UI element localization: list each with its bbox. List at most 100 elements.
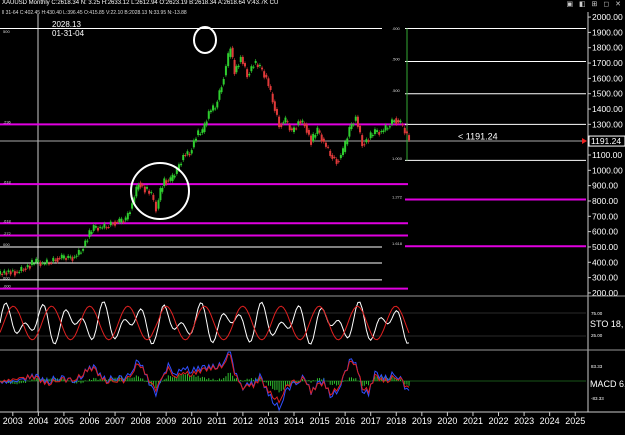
candle-body (293, 127, 295, 133)
last-price-callout: < 1191.24 (458, 132, 498, 142)
y-tick-label: 1900.00 (592, 27, 623, 37)
candle-body (41, 262, 44, 264)
candle-body (231, 47, 234, 58)
candle-body (56, 257, 59, 262)
x-tick-label: 2004 (28, 416, 48, 426)
candle-body (235, 66, 238, 73)
y-tick-label: 1400.00 (592, 104, 623, 114)
candle-body (88, 230, 91, 237)
candle-body (28, 266, 31, 269)
candle-body (405, 131, 408, 134)
candle-body (346, 138, 349, 145)
x-tick-label: 2009 (156, 416, 176, 426)
candle-body (314, 134, 317, 138)
fib-label: .618 (3, 218, 12, 223)
candle-body (378, 132, 381, 135)
candle-body (71, 257, 74, 261)
candle-body (171, 174, 174, 182)
candle-body (148, 190, 151, 194)
candle-body (218, 90, 221, 100)
candle-body (382, 130, 385, 133)
y-tick-label: 1700.00 (592, 58, 623, 68)
candle-body (111, 223, 114, 225)
candle-body (13, 271, 16, 276)
fib-label: 1.618 (392, 241, 403, 246)
candle-body (363, 144, 366, 146)
highlight-circle (193, 26, 217, 54)
candle-body (180, 163, 183, 166)
candle-body (122, 221, 125, 223)
candle-body (261, 67, 264, 70)
fib-label: 1.272 (392, 194, 403, 199)
candle-body (20, 266, 23, 271)
candle-body (365, 139, 368, 143)
candle-body (114, 221, 117, 226)
candle-body (161, 187, 164, 192)
candle-body (216, 101, 219, 108)
candle-body (35, 258, 38, 263)
candle-body (143, 186, 146, 193)
candle-body (301, 120, 304, 123)
candle-body (327, 146, 330, 148)
candle-body (399, 120, 402, 123)
candle-body (33, 263, 36, 265)
candle-body (5, 272, 8, 275)
candle-body (391, 119, 393, 125)
candle-body (192, 140, 195, 148)
y-tick-label: 200.00 (592, 288, 618, 298)
candle-body (43, 263, 46, 265)
fib-label: .272 (3, 231, 12, 236)
candle-body (205, 121, 208, 126)
candle-body (333, 157, 336, 159)
candle-body (307, 129, 310, 135)
candle-body (373, 129, 376, 135)
candle-body (97, 227, 99, 231)
y-tick-label: 900.00 (592, 181, 618, 191)
candle-body (16, 271, 19, 273)
candle-body (324, 142, 327, 147)
candle-body (408, 135, 411, 141)
chart-canvas[interactable]: 500 .236 .618 .618 .272 000 000 .000 .000 .500 .50… (0, 0, 625, 435)
macd-tick-label: 83.33 (591, 364, 603, 369)
candle-body (342, 148, 344, 155)
candle-body (320, 134, 323, 142)
candle-body (135, 186, 138, 197)
candle-body (137, 184, 140, 190)
candle-body (354, 116, 357, 121)
candle-body (159, 188, 162, 201)
candle-body (222, 78, 225, 85)
sto-tick-label: 75.00 (591, 311, 603, 316)
x-tick-label: 2025 (565, 416, 585, 426)
candle-body (124, 217, 127, 221)
x-tick-label: 2016 (335, 416, 355, 426)
candle-body (356, 116, 359, 127)
candle-body (37, 260, 40, 262)
candle-body (393, 120, 396, 122)
candle-body (299, 121, 302, 124)
candle-body (1, 273, 4, 276)
fib-label: .500 (392, 57, 401, 62)
candle-body (65, 258, 68, 260)
candle-body (250, 66, 253, 72)
candle-body (297, 121, 300, 125)
candle-body (335, 159, 338, 164)
y-tick-label: 700.00 (592, 211, 618, 221)
candle-body (282, 122, 285, 124)
candle-body (190, 150, 193, 154)
candle-body (60, 254, 63, 259)
candle-body (388, 126, 391, 128)
candle-body (290, 128, 293, 131)
candle-body (359, 125, 362, 133)
candle-body (39, 262, 42, 266)
x-tick-label: 2023 (514, 416, 534, 426)
candle-body (386, 128, 389, 130)
candle-body (246, 69, 249, 78)
candle-body (207, 111, 210, 119)
candle-body (167, 180, 170, 182)
x-tick-label: 2024 (540, 416, 560, 426)
candle-body (11, 270, 14, 272)
fib-label: .236 (3, 120, 12, 125)
fib-label: 500 (3, 29, 10, 34)
candle-body (94, 225, 97, 228)
candle-body (380, 131, 383, 133)
